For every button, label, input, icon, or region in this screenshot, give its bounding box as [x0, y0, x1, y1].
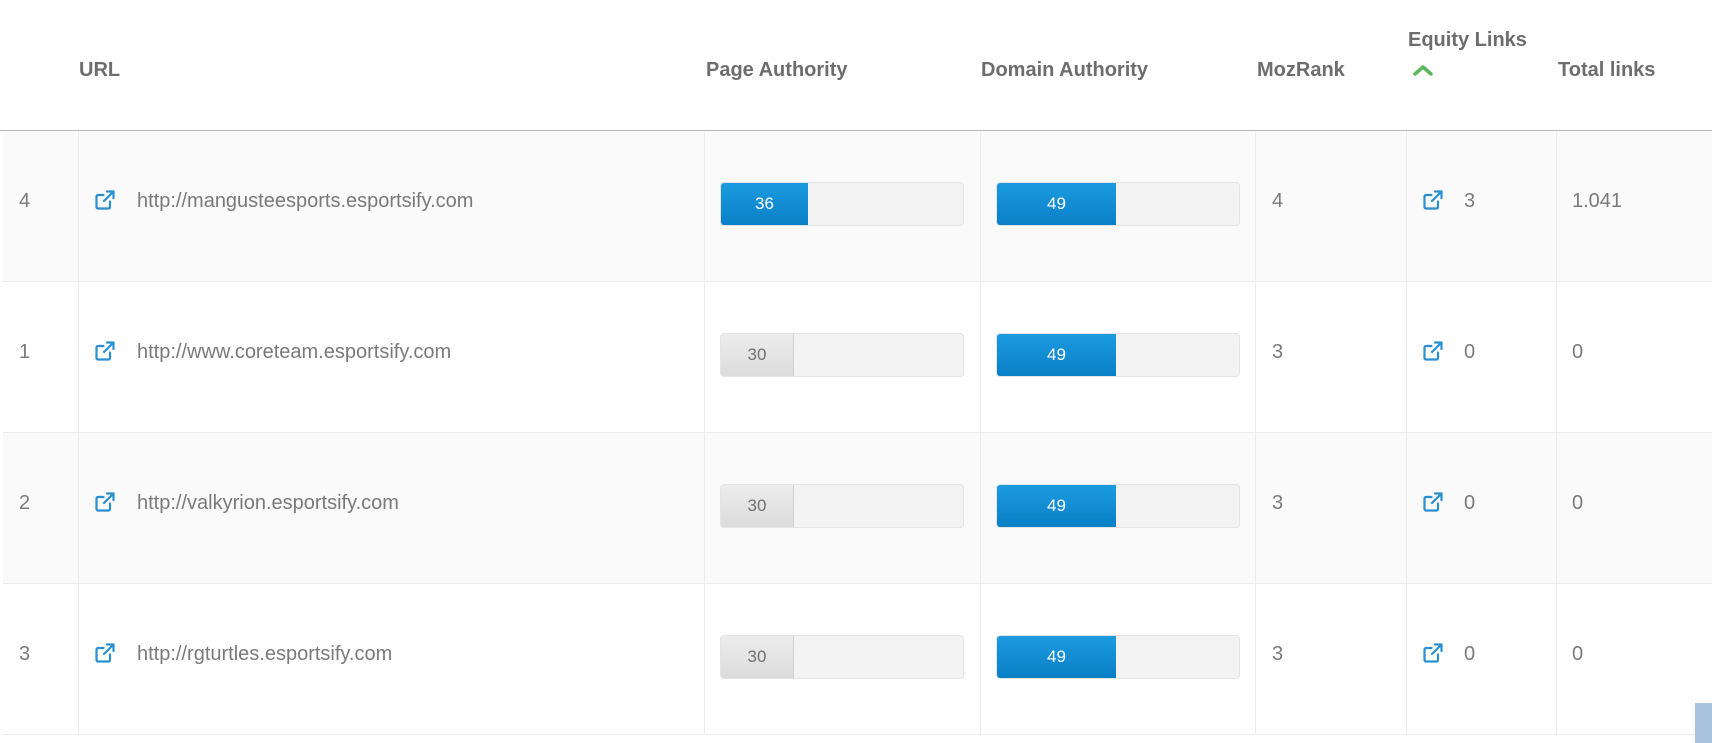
column-header-mozrank[interactable]: MozRank: [1257, 59, 1345, 82]
domain-authority-bar: 49: [996, 333, 1240, 377]
column-header-url[interactable]: URL: [79, 59, 120, 82]
column-divider: [704, 282, 705, 432]
column-divider: [78, 433, 79, 583]
column-divider: [1255, 131, 1256, 281]
column-divider: [980, 433, 981, 583]
row-index: 4: [19, 190, 31, 212]
total-links-value: 0: [1572, 492, 1584, 514]
external-link-icon[interactable]: [93, 188, 117, 212]
table-row: 3 http://rgturtles.esportsify.com 30 49 3 0 0: [3, 584, 1712, 735]
column-divider: [78, 282, 79, 432]
domain-authority-value: 49: [997, 485, 1116, 527]
page-authority-value: 30: [721, 485, 794, 527]
external-link-icon[interactable]: [93, 490, 117, 514]
column-divider: [704, 131, 705, 281]
column-header-page-authority[interactable]: Page Authority: [706, 59, 848, 82]
column-divider: [1255, 584, 1256, 734]
table-row: 2 http://valkyrion.esportsify.com 30 49 3 0 0: [3, 433, 1712, 584]
page-authority-bar: 30: [720, 484, 964, 528]
table-row: 4 http://mangusteesports.esportsify.com 36…: [3, 131, 1712, 282]
domain-authority-value: 49: [997, 636, 1116, 678]
equity-links-value: 3: [1464, 190, 1476, 212]
table-row: 1 http://www.coreteam.esportsify.com 30 49 3…: [3, 282, 1712, 433]
page-authority-value: 30: [721, 334, 794, 376]
url-link[interactable]: http://rgturtles.esportsify.com: [137, 642, 392, 666]
page-authority-bar: 30: [720, 635, 964, 679]
column-header-domain-authority[interactable]: Domain Authority: [981, 59, 1148, 82]
column-divider: [1406, 584, 1407, 734]
external-link-icon[interactable]: [1421, 188, 1445, 212]
column-divider: [704, 433, 705, 583]
total-links-value: 0: [1572, 341, 1584, 363]
column-divider: [1556, 584, 1557, 734]
column-divider: [1556, 131, 1557, 281]
column-divider: [78, 584, 79, 734]
domain-authority-bar: 49: [996, 635, 1240, 679]
metrics-table: URL Page Authority Domain Authority MozR…: [0, 0, 1712, 743]
external-link-icon[interactable]: [93, 339, 117, 363]
scrollbar-thumb[interactable]: [1695, 703, 1712, 743]
column-divider: [78, 131, 79, 281]
page-authority-value: 30: [721, 636, 794, 678]
column-divider: [1255, 282, 1256, 432]
url-link[interactable]: http://mangusteesports.esportsify.com: [137, 189, 473, 213]
column-header-total-links[interactable]: Total links: [1558, 59, 1655, 82]
column-divider: [704, 584, 705, 734]
column-divider: [980, 131, 981, 281]
column-divider: [1556, 433, 1557, 583]
page-authority-value: 36: [721, 183, 808, 225]
equity-links-value: 0: [1464, 492, 1476, 514]
domain-authority-bar: 49: [996, 484, 1240, 528]
mozrank-value: 4: [1272, 190, 1284, 212]
column-divider: [980, 584, 981, 734]
row-index: 3: [19, 643, 31, 665]
column-header-equity-links[interactable]: Equity Links: [1408, 29, 1527, 52]
total-links-value: 1.041: [1572, 190, 1623, 212]
column-divider: [1406, 433, 1407, 583]
column-divider: [1255, 433, 1256, 583]
external-link-icon[interactable]: [93, 641, 117, 665]
external-link-icon[interactable]: [1421, 641, 1445, 665]
domain-authority-bar: 49: [996, 182, 1240, 226]
domain-authority-value: 49: [997, 334, 1116, 376]
url-link[interactable]: http://valkyrion.esportsify.com: [137, 491, 399, 515]
mozrank-value: 3: [1272, 341, 1284, 363]
column-divider: [1556, 282, 1557, 432]
page-authority-bar: 36: [720, 182, 964, 226]
total-links-value: 0: [1572, 643, 1584, 665]
row-index: 1: [19, 341, 31, 363]
equity-links-value: 0: [1464, 643, 1476, 665]
chevron-up-icon[interactable]: [1412, 63, 1434, 77]
external-link-icon[interactable]: [1421, 490, 1445, 514]
column-divider: [1406, 282, 1407, 432]
page-authority-bar: 30: [720, 333, 964, 377]
url-link[interactable]: http://www.coreteam.esportsify.com: [137, 340, 451, 364]
column-divider: [1406, 131, 1407, 281]
domain-authority-value: 49: [997, 183, 1116, 225]
table-header: URL Page Authority Domain Authority MozR…: [0, 0, 1712, 131]
column-divider: [980, 282, 981, 432]
mozrank-value: 3: [1272, 643, 1284, 665]
row-index: 2: [19, 492, 31, 514]
external-link-icon[interactable]: [1421, 339, 1445, 363]
mozrank-value: 3: [1272, 492, 1284, 514]
equity-links-value: 0: [1464, 341, 1476, 363]
